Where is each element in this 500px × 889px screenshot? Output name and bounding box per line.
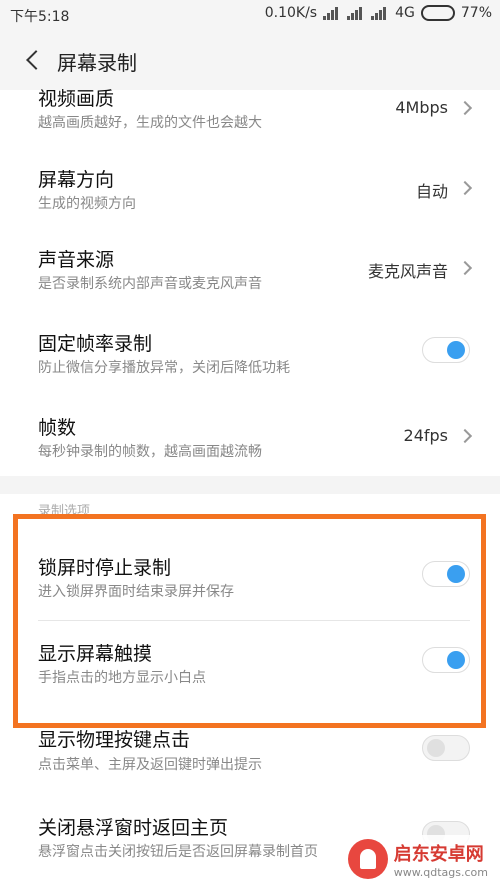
wifi-signal-icon <box>371 6 389 20</box>
status-right: 0.10K/s 4G 77% <box>265 5 492 21</box>
setting-label: 屏幕方向 <box>38 169 115 191</box>
setting-label: 显示物理按键点击 <box>38 729 191 751</box>
watermark-text: 启东安卓网 www.qdtags.com <box>394 840 488 879</box>
setting-label: 帧数 <box>38 417 77 439</box>
setting-fixed-framerate: 固定帧率录制 防止微信分享播放异常，关闭后降低功耗 <box>0 316 500 396</box>
status-time: 下午5:18 <box>10 9 70 25</box>
status-bar: 下午5:18 0.10K/s 4G 77% <box>0 0 500 30</box>
section-gap <box>0 476 500 494</box>
chevron-right-icon <box>457 100 473 116</box>
signal-icon-2 <box>347 6 365 20</box>
setting-description: 点击菜单、主屏及返回键时弹出提示 <box>38 757 262 773</box>
signal-icon <box>323 6 341 20</box>
watermark-name: 启东安卓网 <box>393 843 484 865</box>
watermark: 启东安卓网 www.qdtags.com <box>341 835 494 883</box>
network-type: 4G <box>395 5 415 21</box>
setting-value: 4Mbps <box>395 98 448 117</box>
toggle-knob <box>447 341 465 359</box>
setting-description: 越高画质越好，生成的文件也会越大 <box>38 115 262 131</box>
chevron-right-icon <box>457 428 473 444</box>
setting-description: 是否录制系统内部声音或麦克风声音 <box>38 276 262 292</box>
setting-description: 悬浮窗点击关闭按钮后是否返回屏幕录制首页 <box>38 844 318 860</box>
setting-description: 防止微信分享播放异常，关闭后降低功耗 <box>38 360 290 376</box>
chevron-right-icon <box>457 260 473 276</box>
network-speed: 0.10K/s <box>264 5 318 21</box>
setting-label: 视频画质 <box>38 88 115 110</box>
watermark-logo-icon <box>347 839 388 879</box>
back-arrow-icon <box>26 50 46 70</box>
setting-video-quality[interactable]: 视频画质 越高画质越好，生成的文件也会越大 4Mbps <box>0 80 500 138</box>
back-button[interactable] <box>18 42 48 78</box>
page-title: 屏幕录制 <box>57 51 137 75</box>
setting-show-key-presses: 显示物理按键点击 点击菜单、主屏及返回键时弹出提示 <box>0 720 500 796</box>
setting-label: 关闭悬浮窗时返回主页 <box>38 817 229 839</box>
setting-value: 麦克风声音 <box>367 262 448 281</box>
setting-value: 24fps <box>403 426 448 445</box>
fixed-framerate-toggle[interactable] <box>422 337 470 363</box>
setting-frame-rate[interactable]: 帧数 每秒钟录制的帧数，越高画面越流畅 24fps <box>0 400 500 480</box>
watermark-url: www.qdtags.com <box>393 865 488 879</box>
setting-label: 固定帧率录制 <box>38 333 153 355</box>
chevron-right-icon <box>457 180 473 196</box>
highlight-box <box>13 514 486 728</box>
battery-icon <box>420 5 455 21</box>
battery-percent: 77% <box>460 5 492 21</box>
setting-description: 每秒钟录制的帧数，越高画面越流畅 <box>38 444 262 460</box>
setting-audio-source[interactable]: 声音来源 是否录制系统内部声音或麦克风声音 麦克风声音 <box>0 232 500 312</box>
show-key-presses-toggle[interactable] <box>422 735 470 761</box>
setting-value: 自动 <box>415 182 448 201</box>
setting-label: 声音来源 <box>38 249 115 271</box>
toggle-knob <box>427 739 445 757</box>
setting-description: 生成的视频方向 <box>38 196 136 212</box>
setting-screen-orientation[interactable]: 屏幕方向 生成的视频方向 自动 <box>0 150 500 230</box>
